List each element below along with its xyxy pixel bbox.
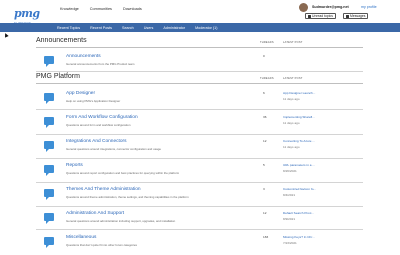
row-divider: [36, 134, 363, 135]
nav-recent-topics[interactable]: Recent Topics: [57, 26, 80, 30]
forum-icon: [44, 165, 54, 176]
forum-title[interactable]: Announcements: [66, 54, 101, 59]
forum-description: General questions around administration …: [66, 218, 176, 223]
forum-title[interactable]: Themes And Theme Administration: [66, 187, 141, 192]
threads-column-header: THREADS: [260, 41, 274, 44]
row-divider: [36, 229, 363, 230]
latest-post-title[interactable]: URL parameters in a ...: [283, 163, 315, 167]
forum-title[interactable]: Integrations And Connectors: [66, 139, 127, 144]
row-divider: [36, 206, 363, 207]
top-nav: Knowledge Communities Downloads: [60, 7, 142, 11]
forum-title[interactable]: Miscellaneous: [66, 235, 96, 240]
messages-button[interactable]: Messages: [343, 13, 369, 19]
thread-count: 0: [263, 54, 265, 58]
latest-post: App Designer Launch... 11 days ago: [283, 91, 315, 101]
thread-count: 6: [263, 91, 265, 95]
section-title-announcements: Announcements: [36, 37, 87, 44]
forum-description: Help on using PMG's Application Designer: [66, 98, 121, 103]
forum-title[interactable]: Form And Workflow Configuration: [66, 115, 138, 120]
forum-title[interactable]: Administration And Support: [66, 211, 124, 216]
thread-count: 36: [263, 115, 267, 119]
latest-post-column-header: LATEST POST: [283, 77, 303, 80]
unread-topics-button[interactable]: Unread topics: [305, 13, 336, 19]
thread-count: 5: [263, 163, 265, 167]
latest-post-date: 8/26/2021: [283, 168, 297, 173]
forum-description: General questions around integrations, c…: [66, 146, 161, 151]
pmg-logo[interactable]: pmg SUPPORT: [6, 3, 40, 25]
forum-icon: [44, 237, 54, 248]
thread-count: 3: [263, 187, 265, 191]
section-divider: [36, 47, 363, 48]
section-divider: [36, 83, 363, 84]
row-divider: [36, 109, 363, 110]
latest-post-date: 8/4/2021: [283, 192, 296, 197]
messages-icon: [345, 15, 349, 18]
forum-icon: [44, 56, 54, 67]
logo-text: pmg: [14, 7, 40, 20]
latest-post-title[interactable]: App Designer Launch...: [283, 91, 315, 95]
latest-post-title[interactable]: Missing Keys? In Chr...: [283, 235, 315, 239]
latest-post-title[interactable]: Customized favicon fo...: [283, 187, 316, 191]
thread-count: 12: [263, 139, 267, 143]
unread-icon: [307, 15, 311, 18]
forum-description: General announcements from the PMG Produ…: [66, 61, 135, 66]
latest-post-title[interactable]: Implementing Sharefl...: [283, 115, 315, 119]
latest-post-column-header: LATEST POST: [283, 41, 303, 44]
nav-administrator[interactable]: Administrator: [163, 26, 185, 30]
forum-icon: [44, 93, 54, 104]
forum-icon: [44, 117, 54, 128]
mouse-cursor-icon: [3, 32, 9, 38]
latest-post-date: 11 days ago: [283, 144, 300, 149]
forum-navbar: Recent Topics Recent Posts Search Users …: [0, 23, 400, 32]
nav-users[interactable]: Users: [144, 26, 154, 30]
forum-row[interactable]: Integrations And Connectors General ques…: [36, 136, 363, 160]
forum-icon: [44, 141, 54, 152]
forum-description: Questions around theme administration, t…: [66, 194, 189, 199]
forum-icon: [44, 189, 54, 200]
forum-title[interactable]: Reports: [66, 163, 83, 168]
forum-row[interactable]: Miscellaneous Questions that don't quite…: [36, 232, 363, 255]
top-nav-downloads[interactable]: Downloads: [123, 7, 142, 11]
forum-row[interactable]: Reports Questions around report configur…: [36, 160, 363, 184]
forum-description: Questions around form and workflow confi…: [66, 122, 131, 127]
section-title-pmg-platform: PMG Platform: [36, 73, 80, 80]
latest-post: Implementing Sharefl... 11 days ago: [283, 115, 315, 125]
latest-post: Missing Keys? In Chr... 7/23/2021: [283, 235, 315, 245]
latest-post-title[interactable]: Connecting To Azure ...: [283, 139, 315, 143]
unread-topics-label: Unread topics: [312, 14, 333, 18]
nav-search[interactable]: Search: [122, 26, 134, 30]
latest-post: Default Search Provi... 8/9/2021: [283, 211, 314, 221]
threads-column-header: THREADS: [260, 77, 274, 80]
nav-moderator[interactable]: Moderator (1): [195, 26, 217, 30]
thread-count: 12: [263, 211, 267, 215]
user-name[interactable]: Sudmurder@pmg.net: [312, 5, 349, 9]
latest-post: URL parameters in a ... 8/26/2021: [283, 163, 315, 173]
forum-title[interactable]: App Designer: [66, 91, 95, 96]
latest-post: Connecting To Azure ... 11 days ago: [283, 139, 315, 149]
latest-post-date: 11 days ago: [283, 96, 300, 101]
forum-description: Questions around report configuration an…: [66, 170, 180, 175]
forum-description: Questions that don't quite fit into othe…: [66, 242, 137, 247]
latest-post-date: 8/9/2021: [283, 216, 296, 221]
row-divider: [36, 71, 363, 72]
latest-post-date: 7/23/2021: [283, 240, 297, 245]
nav-recent-posts[interactable]: Recent Posts: [90, 26, 112, 30]
thread-count: 183: [263, 235, 269, 239]
latest-post: Customized favicon fo... 8/4/2021: [283, 187, 316, 197]
forum-icon: [44, 213, 54, 224]
forum-row[interactable]: Form And Workflow Configuration Question…: [36, 112, 363, 136]
row-divider: [36, 158, 363, 159]
top-nav-communities[interactable]: Communities: [90, 7, 112, 11]
my-profile-link[interactable]: my profile: [361, 5, 377, 9]
forum-row[interactable]: Themes And Theme Administration Question…: [36, 184, 363, 208]
user-avatar[interactable]: [299, 3, 308, 12]
row-divider: [36, 182, 363, 183]
latest-post-title[interactable]: Default Search Provi...: [283, 211, 314, 215]
top-nav-knowledge[interactable]: Knowledge: [60, 7, 79, 11]
messages-label: Messages: [350, 14, 366, 18]
latest-post-date: 11 days ago: [283, 120, 300, 125]
